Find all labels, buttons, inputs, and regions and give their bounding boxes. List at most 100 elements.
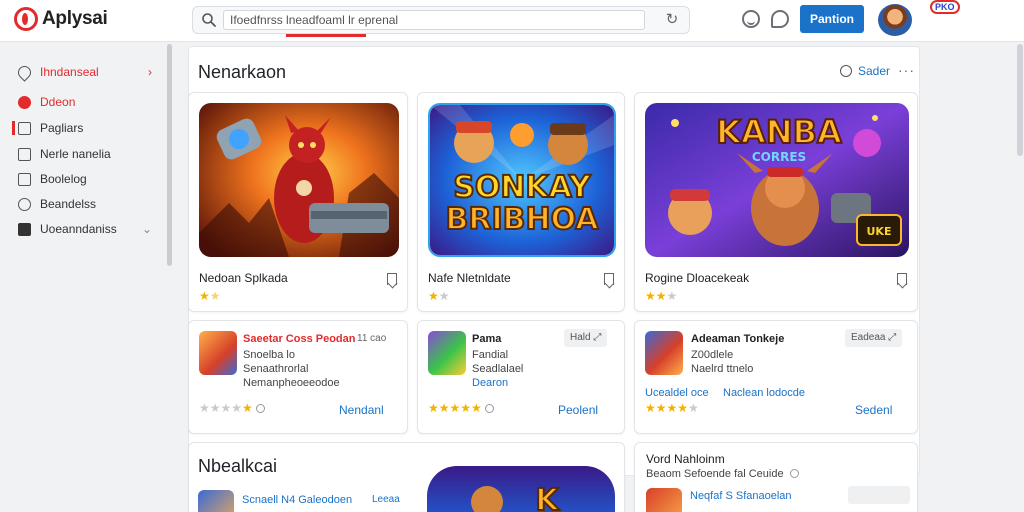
search-bar: ↻ [192,6,690,34]
app-action-link[interactable]: Peolenl [558,403,598,417]
main-scrollbar[interactable] [1017,44,1023,156]
avatar[interactable] [878,4,912,36]
info-icon [789,469,799,478]
svg-text:UKE: UKE [867,225,892,238]
featured-card[interactable]: Nedoan Splkada ★★ [188,92,408,312]
see-more-link[interactable]: Sader [840,64,890,78]
app-thumbnail [428,331,466,375]
section-title: Nenarkaon [198,62,287,82]
detail-action-pill[interactable] [848,486,910,504]
bookmark-icon[interactable] [897,273,907,285]
sidebar-item-label: Uoeanndaniss [40,222,117,236]
checkbox-icon [18,172,31,186]
game-cover-image: K [427,466,615,512]
featured-card[interactable]: SONKAY BRIBHOA Nafe Nletnldate ★★ [417,92,625,312]
app-subtitle: Ucealdel oce [645,387,709,399]
more-options-icon[interactable]: ··· [898,62,915,78]
game-cover-image [199,103,399,257]
detail-title: Vord Nahloinm [646,452,725,466]
app-subtitle: Z00dlele [691,349,734,361]
search-focus-indicator [286,34,366,37]
list-card[interactable]: Adeaman Tonkeje Eadeaa ⤢ Z00dlele Naelrd… [634,320,918,434]
app-tag: Leeaa [372,494,400,505]
rating-stars: ★★★★★ [428,401,494,415]
app-title: Adeaman Tonkeje [691,333,785,345]
rating-stars: ★★★ [645,289,678,303]
bookmark-icon[interactable] [604,273,614,285]
sidebar: Ihndanseal › Ddeon Pagliars Nerle naneli… [0,43,172,512]
app-thumbnail [645,331,683,375]
app-action-link[interactable]: Nendanl [339,403,384,417]
list-card[interactable]: Saeetar Coss Peodan 11 cao Snoelba lo Se… [188,320,408,434]
sidebar-item-3[interactable]: Pagliars [0,116,164,140]
see-more-label: Sader [858,64,891,78]
sidebar-item-label: Ddeon [40,95,76,109]
refresh-icon[interactable]: ↻ [663,11,681,29]
rating-stars: ★★★★★ [199,401,265,415]
app-tag: 11 cao [357,333,387,344]
app-subtitle: Seadlalael [472,363,524,375]
info-icon [484,404,494,413]
grid-icon [18,121,31,135]
sidebar-item-label: Ihndanseal [40,65,99,79]
app-thumbnail [198,490,234,512]
chevron-right-icon: › [148,65,152,79]
play-icon [18,95,31,109]
app-thumbnail [199,331,237,375]
app-subtitle: Senaathrorlal [243,363,309,375]
chat-icon[interactable] [771,10,789,28]
app-subtitle: Naclean lodocde [723,387,805,399]
svg-text:K: K [535,483,560,512]
sidebar-item-2[interactable]: Ddeon [0,90,164,114]
bookmark-icon[interactable] [387,273,397,285]
info-icon [255,404,265,413]
app-thumbnail [646,488,682,512]
card-title: Rogine Dloacekeak [645,271,750,285]
list-icon [18,147,31,161]
active-indicator [12,121,15,135]
chevron-down-icon: ⌄ [141,222,152,236]
featured-card[interactable]: KANBA CORRES UKE Rogine Dloacekeak ★★★ [634,92,918,312]
sidebar-item-label: Pagliars [40,121,84,135]
cover-art-text: SONKAY [453,170,592,205]
sidebar-item-label: Beandelss [40,197,97,211]
sidebar-item-4[interactable]: Nerle nanelia [0,142,164,166]
logo-icon [14,7,38,31]
heart-icon [15,62,34,82]
app-title: Pama [472,333,502,345]
app-subtitle: Dearon [472,377,509,389]
app-title: Saeetar Coss Peodan [243,333,356,345]
card-title: Nedoan Splkada [199,271,288,285]
app-name: Aplysai [42,8,108,29]
sidebar-item-7[interactable]: Uoeanndaniss ⌄ [0,217,164,241]
app-action-link[interactable]: Sedenl [855,403,892,417]
game-cover-image: SONKAY BRIBHOA [428,103,616,257]
game-cover-image: KANBA CORRES UKE [645,103,909,257]
card-title: Nafe Nletnldate [428,271,511,285]
search-input[interactable] [223,10,645,30]
search-icon [840,65,852,77]
sidebar-item-6[interactable]: Beandelss [0,192,164,216]
sidebar-item-label: Boolelog [40,172,87,186]
rating-stars: ★★ [199,289,221,303]
app-subtitle: Naelrd ttnelo [691,363,754,375]
rating-stars: ★★★★★ [645,401,699,415]
app-tag: Hald ⤢ [564,329,608,347]
primary-button[interactable]: Pantion [800,5,864,33]
sidebar-scrollbar[interactable] [167,44,172,266]
app-logo[interactable]: Aplysai [14,7,108,31]
sidebar-item-5[interactable]: Boolelog [0,167,164,191]
app-tag: Eadeaa ⤢ [845,329,903,347]
top-bar: Aplysai ↻ Pantion PKO [0,0,1024,42]
app-subtitle: Snoelba lo [243,349,295,361]
gear-icon [18,197,31,211]
sidebar-item-1[interactable]: Ihndanseal › [0,60,164,84]
list-card[interactable]: Pama Hald ⤢ Fandial Seadlalael Dearon ★★… [417,320,625,434]
rating-stars: ★★ [428,289,450,303]
smile-icon[interactable] [742,10,760,28]
cover-art-text: BRIBHOA [445,202,599,237]
section-title: Nbealkcai [198,456,278,476]
detail-item-title: Neqfaf S Sfanaoelan [690,490,792,502]
detail-subtitle: Beaom Sefoende fal Ceuide [646,468,799,480]
search-icon[interactable] [201,12,217,28]
